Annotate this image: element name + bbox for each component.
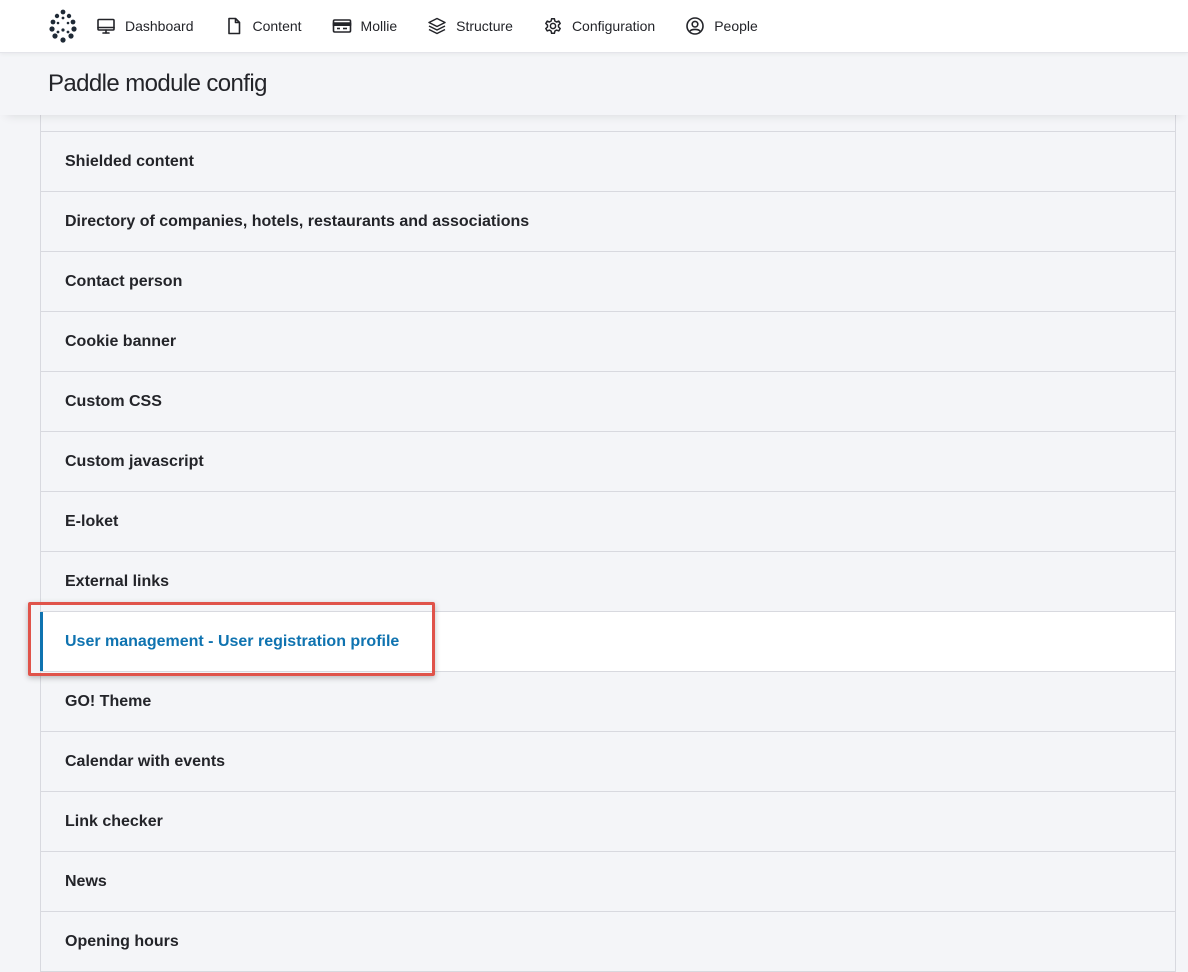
- nav-structure[interactable]: Structure: [427, 0, 513, 53]
- top-toolbar: Dashboard Content Mollie Structure Confi…: [0, 0, 1188, 53]
- config-item-e-loket[interactable]: E-loket: [41, 492, 1175, 552]
- nav-people[interactable]: People: [685, 0, 758, 53]
- config-item-shielded-content[interactable]: Shielded content: [41, 132, 1175, 192]
- config-item-cookie-banner[interactable]: Cookie banner: [41, 312, 1175, 372]
- nav-content[interactable]: Content: [224, 0, 302, 53]
- gear-icon: [543, 16, 563, 36]
- user-circle-icon: [685, 16, 705, 36]
- config-item-calendar[interactable]: Calendar with events: [41, 732, 1175, 792]
- credit-card-icon: [332, 16, 352, 36]
- config-item-custom-css[interactable]: Custom CSS: [41, 372, 1175, 432]
- nav-content-label: Content: [252, 18, 302, 34]
- config-item-news[interactable]: News: [41, 852, 1175, 912]
- config-list: Shielded content Directory of companies,…: [40, 114, 1176, 972]
- nav-dashboard-label: Dashboard: [125, 18, 194, 34]
- nav-dashboard[interactable]: Dashboard: [96, 0, 194, 53]
- page-header: Paddle module config: [0, 53, 1188, 115]
- nav-people-label: People: [714, 18, 758, 34]
- page-title: Paddle module config: [48, 70, 267, 97]
- nav-mollie[interactable]: Mollie: [332, 0, 398, 53]
- config-item-link-checker[interactable]: Link checker: [41, 792, 1175, 852]
- nav-configuration-label: Configuration: [571, 18, 656, 34]
- paddle-logo-icon[interactable]: [48, 8, 78, 44]
- list-top-spacer: [41, 115, 1175, 132]
- nav-configuration[interactable]: Configuration: [543, 0, 655, 53]
- config-item-custom-javascript[interactable]: Custom javascript: [41, 432, 1175, 492]
- config-item-user-management[interactable]: User management - User registration prof…: [40, 612, 1175, 672]
- config-item-go-theme[interactable]: GO! Theme: [41, 672, 1175, 732]
- document-icon: [224, 16, 244, 36]
- config-item-opening-hours[interactable]: Opening hours: [41, 912, 1175, 972]
- config-item-external-links[interactable]: External links: [41, 552, 1175, 612]
- monitor-icon: [96, 16, 116, 36]
- layers-icon: [427, 16, 447, 36]
- nav-mollie-label: Mollie: [360, 18, 398, 34]
- config-item-contact-person[interactable]: Contact person: [41, 252, 1175, 312]
- nav-structure-label: Structure: [456, 18, 513, 34]
- config-item-directory[interactable]: Directory of companies, hotels, restaura…: [41, 192, 1175, 252]
